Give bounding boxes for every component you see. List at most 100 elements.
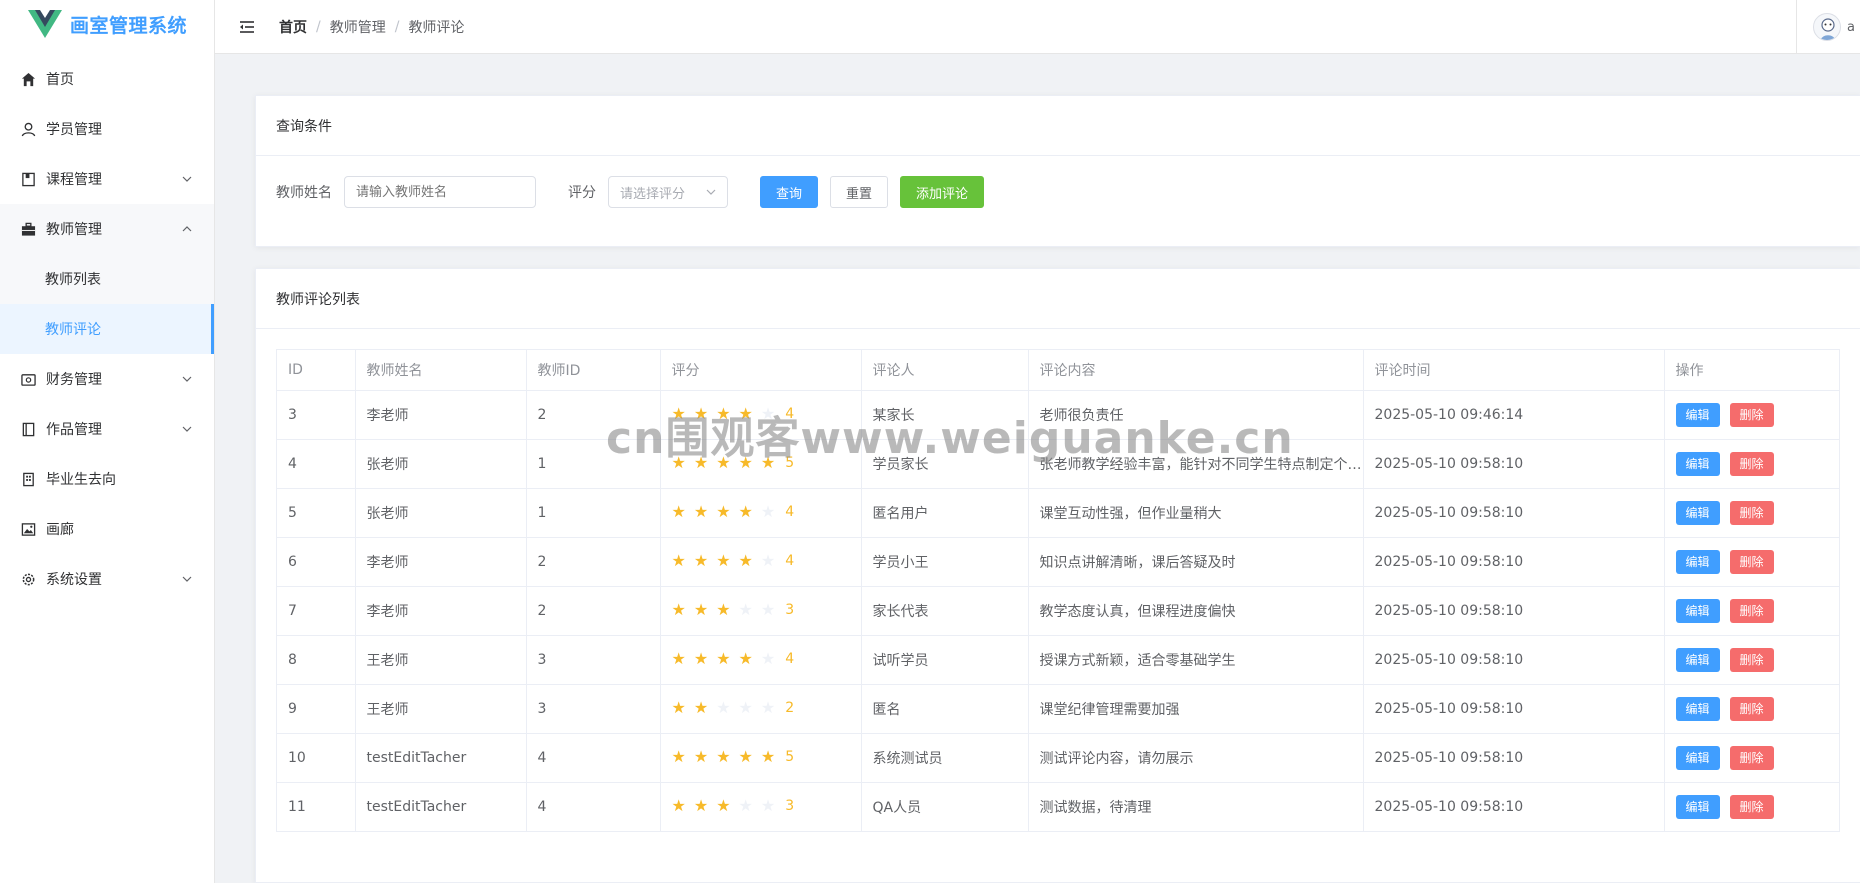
star-icon: ★ xyxy=(671,649,686,668)
sidebar-item-label: 画廊 xyxy=(46,522,74,538)
sidebar-item-home[interactable]: 首页 xyxy=(0,54,214,104)
star-icon: ★ xyxy=(760,747,776,766)
delete-button[interactable]: 删除 xyxy=(1729,647,1774,672)
sidebar-item-finance[interactable]: 财务管理 xyxy=(0,354,214,404)
chevron-down-icon xyxy=(182,576,192,582)
sidebar-item-works[interactable]: 作品管理 xyxy=(0,404,214,454)
breadcrumb-home[interactable]: 首页 xyxy=(279,17,307,37)
cell-time: 2025-05-10 09:58:10 xyxy=(1363,439,1665,489)
building-icon xyxy=(20,471,36,487)
cell-time: 2025-05-10 09:46:14 xyxy=(1363,390,1665,440)
column-header-teacher-id[interactable]: 教师ID xyxy=(526,350,661,391)
delete-button[interactable]: 删除 xyxy=(1729,451,1774,476)
column-header-time[interactable]: 评论时间 xyxy=(1363,350,1665,391)
cell-content: 张老师教学经验丰富，能针对不同学生特点制定个性化教学方案 xyxy=(1028,439,1364,489)
table-row: 4张老师1 ★ ★ ★ ★ ★ 5 学员家长张老师教学经验丰富，能针对不同学生特点制定个性化教… xyxy=(277,439,1839,489)
cell-teacher-name: 李老师 xyxy=(355,537,527,587)
review-table: ID 教师姓名 教师ID 评分 评论人 评论内容 评论时间 操作 3 李老师 2 ★ ★… xyxy=(277,350,1839,832)
delete-button[interactable]: 删除 xyxy=(1729,402,1774,427)
reset-button[interactable]: 重置 xyxy=(830,176,889,208)
cell-teacher-name: 王老师 xyxy=(355,635,527,685)
column-header-teacher[interactable]: 教师姓名 xyxy=(355,350,527,391)
cell-rating: ★ ★ ★ ★ ★ 5 xyxy=(660,733,862,783)
rating-select[interactable]: 请选择评分 xyxy=(608,176,728,208)
delete-button[interactable]: 删除 xyxy=(1729,598,1774,623)
sidebar-item-courses[interactable]: 课程管理 xyxy=(0,154,214,204)
edit-button[interactable]: 编辑 xyxy=(1675,647,1720,672)
cell-actions: 编辑 删除 xyxy=(1664,733,1839,783)
teacher-name-input[interactable] xyxy=(344,176,536,208)
edit-button[interactable]: 编辑 xyxy=(1675,794,1720,819)
table-row: 5 张老师 1 ★ ★ ★ ★ ★ 4 匿名用户 课堂互动性强，但作业量稍大 2025-05-10 0… xyxy=(277,488,1839,538)
cell-reviewer: 系统测试员 xyxy=(861,733,1029,783)
edit-button[interactable]: 编辑 xyxy=(1675,696,1720,721)
star-icon: ★ xyxy=(716,502,731,521)
sidebar-item-label: 首页 xyxy=(46,72,74,88)
table-header-row: ID 教师姓名 教师ID 评分 评论人 评论内容 评论时间 操作 xyxy=(277,350,1839,391)
star-icon: ★ xyxy=(760,453,776,472)
review-list-card: 教师评论列表 ID 教师姓名 教师ID 评分 评论人 评论内容 评论时间 操作 … xyxy=(255,268,1860,883)
search-button[interactable]: 查询 xyxy=(760,176,819,208)
user-menu[interactable]: a xyxy=(1796,0,1860,54)
query-card-title: 查询条件 xyxy=(256,96,1860,156)
edit-button[interactable]: 编辑 xyxy=(1675,451,1720,476)
edit-button[interactable]: 编辑 xyxy=(1675,500,1720,525)
delete-button[interactable]: 删除 xyxy=(1729,794,1774,819)
cell-reviewer: 匿名用户 xyxy=(861,488,1029,538)
sidebar-item-label: 教师列表 xyxy=(45,272,101,288)
rating-score: 5 xyxy=(785,455,795,471)
edit-button[interactable]: 编辑 xyxy=(1675,549,1720,574)
review-table-body: 3 李老师 2 ★ ★ ★ ★ ★ 4 某家长 老师很负责任 2025-05-10 09:46:14 编… xyxy=(277,390,1839,832)
column-header-reviewer[interactable]: 评论人 xyxy=(861,350,1029,391)
edit-button[interactable]: 编辑 xyxy=(1675,745,1720,770)
sidebar-item-label: 财务管理 xyxy=(46,372,102,388)
avatar[interactable] xyxy=(1813,13,1841,41)
picture-icon xyxy=(20,521,36,537)
column-header-rating[interactable]: 评分 xyxy=(660,350,862,391)
cell-teacher-id: 2 xyxy=(526,586,661,636)
sidebar-item-teacher-reviews[interactable]: 教师评论 xyxy=(0,304,214,354)
collapse-sidebar-button[interactable] xyxy=(237,19,257,35)
column-header-id[interactable]: ID xyxy=(277,350,356,391)
breadcrumb-teacher-management[interactable]: 教师管理 xyxy=(330,17,386,37)
sidebar-item-graduates[interactable]: 毕业生去向 xyxy=(0,454,214,504)
notebook-icon xyxy=(20,421,36,437)
cell-time: 2025-05-10 09:58:10 xyxy=(1363,586,1665,636)
cell-teacher-id: 4 xyxy=(526,733,661,783)
rating-stars: ★ ★ ★ ★ ★ 3 xyxy=(672,602,795,619)
edit-button[interactable]: 编辑 xyxy=(1675,402,1720,427)
rating-stars: ★ ★ ★ ★ ★ 4 xyxy=(672,502,795,521)
delete-button[interactable]: 删除 xyxy=(1729,549,1774,574)
star-icon: ★ xyxy=(760,404,776,423)
sidebar-item-settings[interactable]: 系统设置 xyxy=(0,554,214,604)
sidebar-item-label: 系统设置 xyxy=(46,572,102,588)
add-review-button[interactable]: 添加评论 xyxy=(900,176,985,208)
cell-time: 2025-05-10 09:58:10 xyxy=(1363,537,1665,587)
delete-button[interactable]: 删除 xyxy=(1729,745,1774,770)
star-icon: ★ xyxy=(716,747,731,766)
wallet-icon xyxy=(20,371,36,387)
column-header-content[interactable]: 评论内容 xyxy=(1028,350,1364,391)
table-row: 3 李老师 2 ★ ★ ★ ★ ★ 4 某家长 老师很负责任 2025-05-10 09:46:14 编… xyxy=(277,390,1839,440)
sidebar-item-teacher-list[interactable]: 教师列表 xyxy=(0,254,214,304)
breadcrumb-separator: / xyxy=(394,18,400,35)
star-icon: ★ xyxy=(760,502,776,521)
delete-button[interactable]: 删除 xyxy=(1729,696,1774,721)
cell-reviewer: QA人员 xyxy=(861,782,1029,832)
fold-menu-icon xyxy=(240,20,254,33)
review-table-wrapper: ID 教师姓名 教师ID 评分 评论人 评论内容 评论时间 操作 3 李老师 2 ★ ★… xyxy=(276,349,1840,832)
delete-button[interactable]: 删除 xyxy=(1729,500,1774,525)
sidebar-item-gallery[interactable]: 画廊 xyxy=(0,504,214,554)
cell-id: 10 xyxy=(277,733,356,783)
cell-teacher-name: 张老师 xyxy=(355,488,527,538)
cell-teacher-id: 1 xyxy=(526,439,661,489)
cell-content: 知识点讲解清晰，课后答疑及时 xyxy=(1028,537,1364,587)
edit-button[interactable]: 编辑 xyxy=(1675,598,1720,623)
cell-rating: ★ ★ ★ ★ ★ 4 xyxy=(660,488,862,538)
logo[interactable]: 画室管理系统 xyxy=(0,0,214,48)
teacher-name-label: 教师姓名 xyxy=(276,185,332,201)
sidebar-item-students[interactable]: 学员管理 xyxy=(0,104,214,154)
sidebar-item-teachers[interactable]: 教师管理 xyxy=(0,204,214,254)
review-list-title: 教师评论列表 xyxy=(256,269,1860,329)
top-header: 首页 / 教师管理 / 教师评论 a xyxy=(215,0,1860,54)
